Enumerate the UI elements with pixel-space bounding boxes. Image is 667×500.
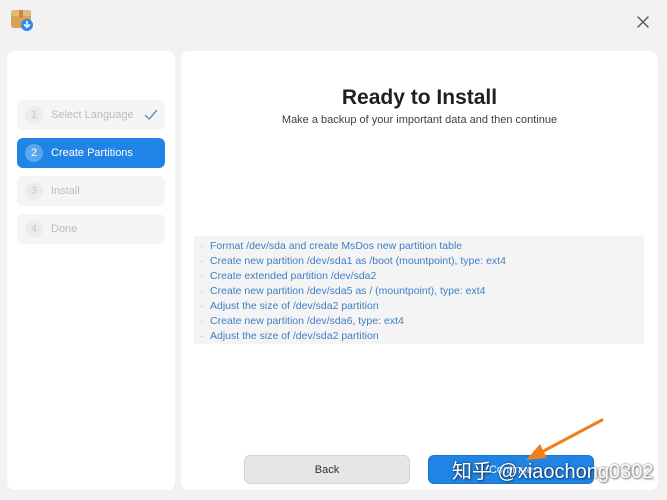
step-done: 4 Done	[17, 214, 165, 244]
bullet: ·	[200, 300, 204, 312]
checkmark-icon	[144, 109, 158, 120]
operation-item: · Adjust the size of /dev/sda2 partition	[200, 330, 379, 342]
operation-item: · Adjust the size of /dev/sda2 partition	[200, 300, 379, 312]
bullet: ·	[200, 330, 204, 342]
watermark: 知乎 @xiaochong0302	[452, 461, 654, 483]
step-install: 3 Install	[17, 176, 165, 206]
step-label: Install	[51, 185, 80, 197]
close-icon[interactable]	[635, 14, 651, 30]
step-label: Done	[51, 223, 78, 235]
bullet: ·	[200, 240, 204, 252]
step-select-language: 1 Select Language	[17, 100, 165, 130]
operation-item: · Create new partition /dev/sda5 as / (mo…	[200, 285, 486, 297]
bullet: ·	[200, 270, 204, 282]
step-label: Create Partitions	[51, 147, 133, 159]
operation-item: · Create new partition /dev/sda1 as /boot…	[200, 255, 506, 267]
page-title: Ready to Install	[341, 86, 498, 109]
step-number: 1	[25, 106, 43, 124]
operations-list[interactable]: · Format /dev/sda and create MsDos new pa…	[194, 236, 644, 344]
operation-item: · Create new partition /dev/sda6, type: e…	[200, 315, 404, 327]
step-number: 4	[25, 220, 43, 238]
bullet: ·	[200, 315, 204, 327]
installer-package-icon	[11, 10, 33, 31]
page-subtitle: Make a backup of your important data and…	[281, 114, 558, 126]
operation-item: · Format /dev/sda and create MsDos new pa…	[200, 240, 463, 252]
title-bar	[0, 0, 667, 44]
step-create-partitions: 2 Create Partitions	[17, 138, 165, 168]
step-number: 2	[25, 144, 43, 162]
operation-item: · Create extended partition /dev/sda2	[200, 270, 377, 282]
steps-sidebar: 1 Select Language 2 Create Partitions 3 …	[7, 51, 175, 490]
bullet: ·	[200, 285, 204, 297]
step-label: Select Language	[51, 109, 134, 121]
bullet: ·	[200, 255, 204, 267]
step-number: 3	[25, 182, 43, 200]
back-button[interactable]: Back	[244, 455, 410, 484]
